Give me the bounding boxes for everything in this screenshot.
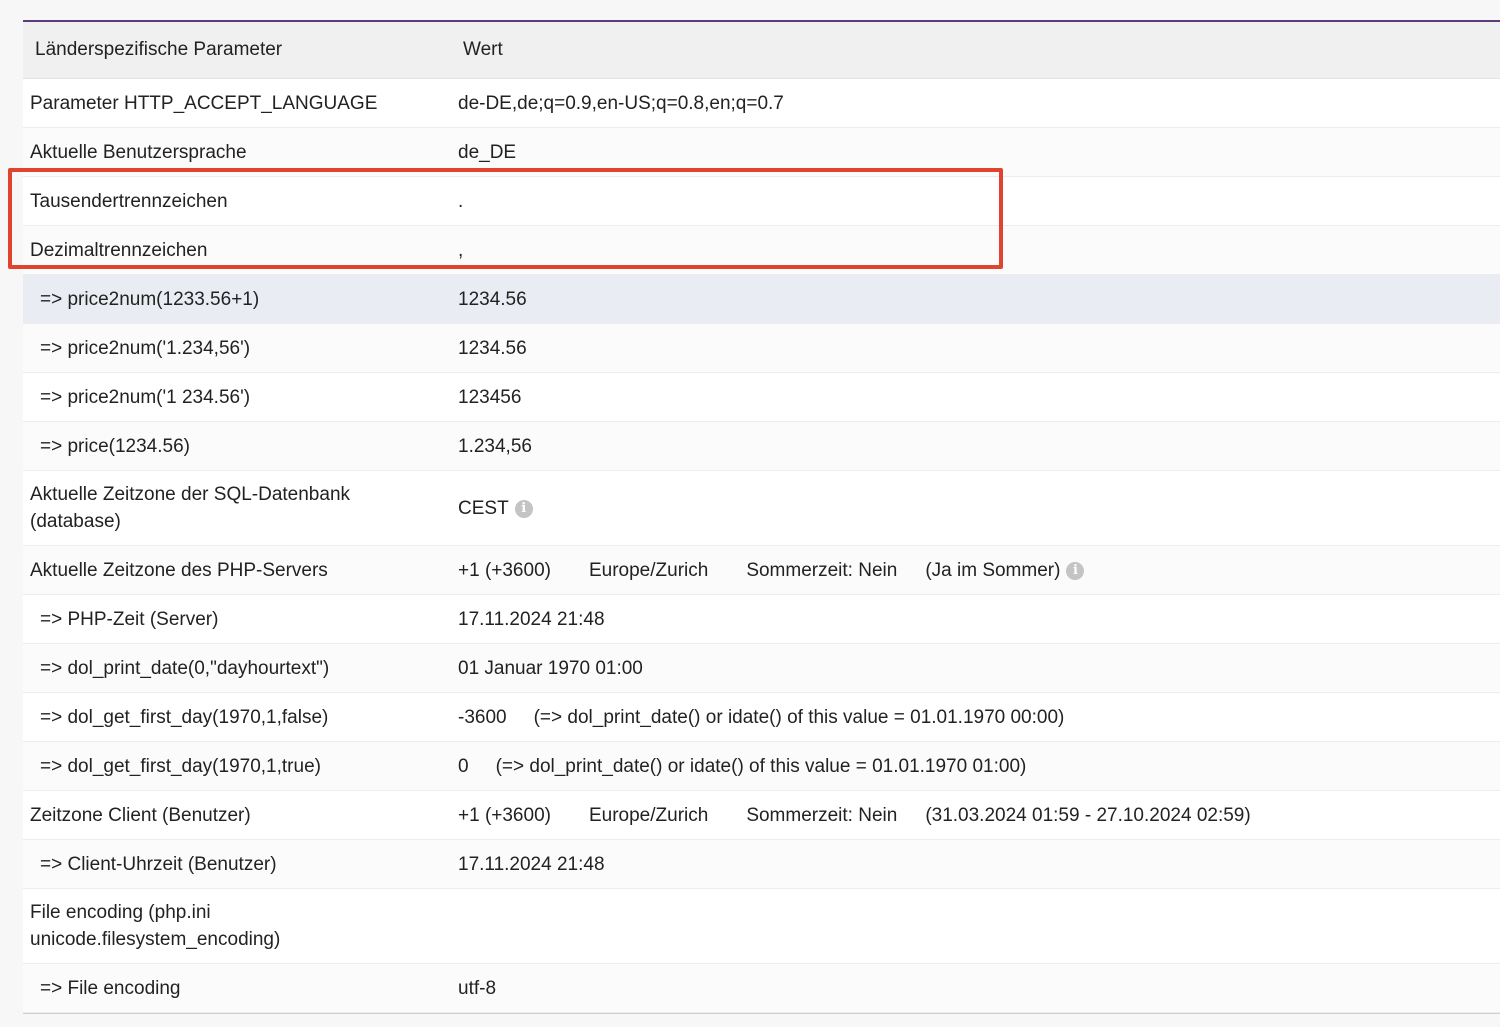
row-label: => dol_print_date(0,"dayhourtext") — [40, 657, 330, 679]
first-day-note: (=> dol_print_date() or idate() of this … — [533, 706, 1065, 728]
tz-dst: Sommerzeit: Nein — [746, 559, 898, 581]
table-row: => dol_get_first_day(1970,1,true) 0 (=> … — [23, 742, 1500, 791]
row-label: => price2num(1233.56+1) — [40, 288, 260, 310]
table-row: Zeitzone Client (Benutzer) +1 (+3600) Eu… — [23, 791, 1500, 840]
row-label: Aktuelle Zeitzone des PHP-Servers — [30, 559, 328, 581]
row-label: => Client-Uhrzeit (Benutzer) — [40, 853, 277, 875]
first-day-value: 0 — [458, 755, 469, 777]
row-value: . — [458, 190, 464, 212]
row-value: de-DE,de;q=0.9,en-US;q=0.8,en;q=0.7 — [458, 92, 784, 114]
tz-zone: Europe/Zurich — [588, 559, 709, 581]
row-value: 17.11.2024 21:48 — [458, 853, 605, 875]
tz-note: (31.03.2024 01:59 - 27.10.2024 02:59) — [925, 804, 1251, 826]
table-row: Aktuelle Zeitzone der SQL-Datenbank (dat… — [23, 471, 1500, 546]
row-label: Dezimaltrennzeichen — [30, 239, 208, 261]
row-value: 0 (=> dol_print_date() or idate() of thi… — [452, 753, 1026, 780]
row-label: Parameter HTTP_ACCEPT_LANGUAGE — [30, 92, 378, 114]
row-value: 1234.56 — [458, 337, 527, 359]
table-row: Tausendertrennzeichen . — [23, 177, 1500, 226]
table-row: => price(1234.56) 1.234,56 — [23, 422, 1500, 471]
tz-note: (Ja im Sommer) — [925, 559, 1061, 581]
table-header: Länderspezifische Parameter Wert — [23, 22, 1500, 79]
row-value: 123456 — [458, 386, 522, 408]
table-row: => price2num(1233.56+1) 1234.56 — [23, 275, 1500, 324]
header-value: Wert — [463, 39, 503, 60]
row-value: 01 Januar 1970 01:00 — [458, 657, 643, 679]
table-row: Aktuelle Benutzersprache de_DE — [23, 128, 1500, 177]
table-row: Aktuelle Zeitzone des PHP-Servers +1 (+3… — [23, 546, 1500, 595]
row-value: CEST i — [452, 495, 533, 522]
table-row: => price2num('1.234,56') 1234.56 — [23, 324, 1500, 373]
table-row: Dezimaltrennzeichen , — [23, 226, 1500, 275]
tz-zone: Europe/Zurich — [588, 804, 709, 826]
table-row: => dol_print_date(0,"dayhourtext") 01 Ja… — [23, 644, 1500, 693]
row-label: => PHP-Zeit (Server) — [40, 608, 219, 630]
row-value: +1 (+3600) Europe/Zurich Sommerzeit: Nei… — [452, 802, 1251, 829]
table-row: => Client-Uhrzeit (Benutzer) 17.11.2024 … — [23, 840, 1500, 889]
row-value: -3600 (=> dol_print_date() or idate() of… — [452, 704, 1064, 731]
row-label: => File encoding — [40, 977, 181, 999]
row-label: => price(1234.56) — [40, 435, 190, 457]
row-label: => dol_get_first_day(1970,1,true) — [40, 755, 321, 777]
tz-offset: +1 (+3600) — [458, 804, 551, 826]
row-value: 17.11.2024 21:48 — [458, 608, 605, 630]
row-label: Aktuelle Benutzersprache — [30, 141, 247, 163]
table-row: => price2num('1 234.56') 123456 — [23, 373, 1500, 422]
tz-dst: Sommerzeit: Nein — [746, 804, 898, 826]
row-label: Aktuelle Zeitzone der SQL-Datenbank (dat… — [30, 484, 351, 532]
table-row: Parameter HTTP_ACCEPT_LANGUAGE de-DE,de;… — [23, 79, 1500, 128]
table-row: => dol_get_first_day(1970,1,false) -3600… — [23, 693, 1500, 742]
page: Länderspezifische Parameter Wert Paramet… — [0, 0, 1500, 1027]
row-label: => price2num('1.234,56') — [40, 337, 251, 359]
row-label: => dol_get_first_day(1970,1,false) — [40, 706, 329, 728]
table-row: => File encoding utf-8 — [23, 964, 1500, 1013]
header-param: Länderspezifische Parameter — [35, 39, 283, 60]
table-row: => PHP-Zeit (Server) 17.11.2024 21:48 — [23, 595, 1500, 644]
info-circle-icon[interactable]: i — [1066, 562, 1085, 580]
sql-timezone-value: CEST — [458, 497, 509, 519]
row-value: 1234.56 — [458, 288, 527, 310]
row-label: Tausendertrennzeichen — [30, 190, 228, 212]
info-circle-icon[interactable]: i — [514, 500, 533, 518]
row-value: utf-8 — [458, 977, 497, 999]
row-value: +1 (+3600) Europe/Zurich Sommerzeit: Nei… — [452, 557, 1085, 584]
first-day-value: -3600 — [458, 706, 507, 728]
tz-offset: +1 (+3600) — [458, 559, 551, 581]
row-value: 1.234,56 — [458, 435, 532, 457]
locale-parameters-table: Länderspezifische Parameter Wert Paramet… — [23, 20, 1500, 1014]
first-day-note: (=> dol_print_date() or idate() of this … — [495, 755, 1027, 777]
row-label: Zeitzone Client (Benutzer) — [30, 804, 251, 826]
row-value: , — [458, 239, 464, 261]
row-value: de_DE — [458, 141, 517, 163]
row-label: => price2num('1 234.56') — [40, 386, 251, 408]
table-row: File encoding (php.ini unicode.filesyste… — [23, 889, 1500, 964]
row-label: File encoding (php.ini unicode.filesyste… — [30, 902, 281, 950]
